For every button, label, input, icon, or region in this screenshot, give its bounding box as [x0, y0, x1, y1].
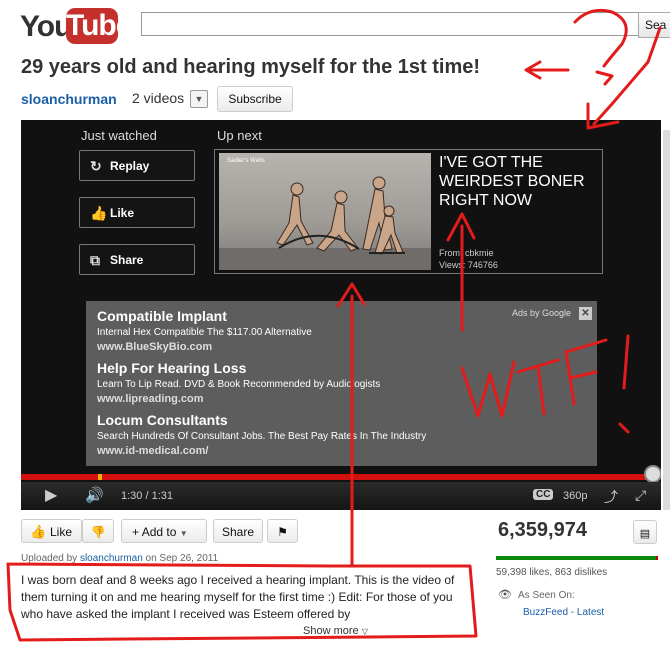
- likes-dislikes: 59,398 likes, 863 dislikes: [496, 567, 608, 578]
- show-more-label: Show more: [303, 625, 359, 637]
- video-count: 2 videos: [132, 90, 185, 106]
- share-icon: ⧉: [90, 252, 100, 268]
- ad-text: Internal Hex Compatible The $117.00 Alte…: [97, 327, 312, 338]
- up-next-views: Views: 746766: [439, 260, 498, 270]
- ads-by-google-label[interactable]: Ads by Google: [512, 308, 571, 318]
- view-count: 6,359,974: [498, 519, 587, 541]
- subscribe-button[interactable]: Subscribe: [217, 86, 293, 112]
- chart-icon: ▤: [639, 528, 651, 540]
- uploaded-prefix: Uploaded by: [21, 553, 78, 564]
- show-more-button[interactable]: Show more ▽: [303, 625, 368, 637]
- plus-icon: +: [132, 525, 142, 539]
- ads-overlay: Ads by Google ✕ Compatible Implant Inter…: [86, 301, 597, 466]
- flag-button[interactable]: ⚑: [267, 519, 298, 543]
- progress-fill: [21, 474, 655, 480]
- player-share-label: Share: [110, 253, 144, 267]
- logo-you-text: You: [20, 10, 72, 43]
- chevron-down-icon: ▼: [194, 94, 204, 104]
- add-to-button[interactable]: + Add to ▼: [121, 519, 207, 543]
- captions-button[interactable]: CC: [533, 489, 554, 500]
- like-ratio-bar: [496, 556, 658, 560]
- just-watched-label: Just watched: [81, 128, 157, 143]
- dancers-thumbnail-image: [219, 176, 431, 270]
- ad-url[interactable]: www.id-medical.com/: [97, 445, 208, 457]
- stats-button[interactable]: ▤: [633, 520, 657, 544]
- up-next-label: Up next: [217, 128, 262, 143]
- close-icon[interactable]: ✕: [579, 307, 592, 320]
- scrubber-handle[interactable]: [644, 465, 661, 483]
- logo-tube-text: Tube: [66, 8, 132, 44]
- buzzfeed-link[interactable]: BuzzFeed - Latest: [523, 607, 604, 618]
- flag-icon: ⚑: [277, 525, 288, 539]
- like-ratio-fill: [496, 556, 656, 560]
- popout-icon[interactable]: ⤴: [604, 487, 618, 507]
- play-icon[interactable]: ▶: [45, 485, 57, 505]
- ad-url[interactable]: www.BlueSkyBio.com: [97, 341, 212, 353]
- thumbnail-caption: Sadler's Wells: [227, 158, 265, 164]
- channel-link[interactable]: sloanchurman: [21, 91, 117, 107]
- eye-icon: 👁: [498, 589, 512, 601]
- player-controls: ▶ 🔊 1:30 / 1:31 CC 360p ⤴ ⤢: [21, 482, 661, 510]
- up-next-thumbnail[interactable]: Sadler's Wells: [219, 153, 431, 270]
- player-like-label: Like: [110, 206, 135, 220]
- like-button[interactable]: 👍 Like: [21, 519, 82, 543]
- thumbs-up-icon: 👍: [30, 524, 47, 539]
- progress-bar[interactable]: [21, 474, 661, 480]
- chevron-down-icon: ▼: [179, 529, 188, 538]
- volume-icon[interactable]: 🔊: [85, 486, 104, 504]
- chevron-down-icon: ▽: [361, 627, 368, 636]
- share-button[interactable]: Share: [213, 519, 263, 543]
- upload-info: Uploaded by sloanchurman on Sep 26, 2011: [21, 553, 218, 564]
- buffer-marker: [97, 474, 102, 480]
- video-player[interactable]: Just watched Up next ↻ Replay 👍 Like ⧉ S…: [21, 120, 661, 510]
- up-next-from: From: cbkmie: [439, 248, 494, 258]
- quality-button[interactable]: 360p: [563, 490, 587, 502]
- video-title: 29 years old and hearing myself for the …: [21, 56, 481, 78]
- ad-url[interactable]: www.lipreading.com: [97, 393, 204, 405]
- search-input[interactable]: [141, 12, 639, 36]
- up-next-title[interactable]: I'VE GOT THE WEIRDEST BONER RIGHT NOW: [439, 153, 599, 210]
- fullscreen-icon[interactable]: ⤢: [635, 487, 646, 504]
- video-description: I was born deaf and 8 weeks ago I receiv…: [21, 573, 455, 621]
- player-share-button[interactable]: ⧉ Share: [79, 244, 195, 275]
- up-next-video[interactable]: Sadler's Wells I'VE GOT THE WEIRDEST BON…: [214, 149, 603, 274]
- ad-text: Learn To Lip Read. DVD & Book Recommende…: [97, 379, 381, 390]
- uploader-link[interactable]: sloanchurman: [80, 553, 143, 564]
- dislike-button[interactable]: 👎: [82, 519, 114, 543]
- videos-dropdown-button[interactable]: ▼: [190, 90, 208, 108]
- replay-button[interactable]: ↻ Replay: [79, 150, 195, 181]
- ad-title[interactable]: Compatible Implant: [97, 308, 227, 324]
- player-like-button[interactable]: 👍 Like: [79, 197, 195, 228]
- replay-icon: ↻: [90, 158, 102, 174]
- ad-title[interactable]: Help For Hearing Loss: [97, 360, 246, 376]
- youtube-logo[interactable]: You Tube: [20, 6, 132, 46]
- replay-label: Replay: [110, 159, 150, 173]
- as-seen-on-label: As Seen On:: [518, 590, 575, 601]
- search-button[interactable]: Sea: [638, 12, 670, 38]
- thumbs-up-icon: 👍: [90, 205, 108, 221]
- add-to-label: Add to: [141, 525, 177, 539]
- like-label: Like: [50, 525, 73, 539]
- upload-date: on Sep 26, 2011: [145, 553, 219, 564]
- scrollbar[interactable]: [663, 130, 670, 510]
- ad-title[interactable]: Locum Consultants: [97, 412, 228, 428]
- ad-text: Search Hundreds Of Consultant Jobs. The …: [97, 431, 427, 442]
- time-display: 1:30 / 1:31: [121, 490, 173, 502]
- thumbs-down-icon: 👎: [90, 525, 106, 539]
